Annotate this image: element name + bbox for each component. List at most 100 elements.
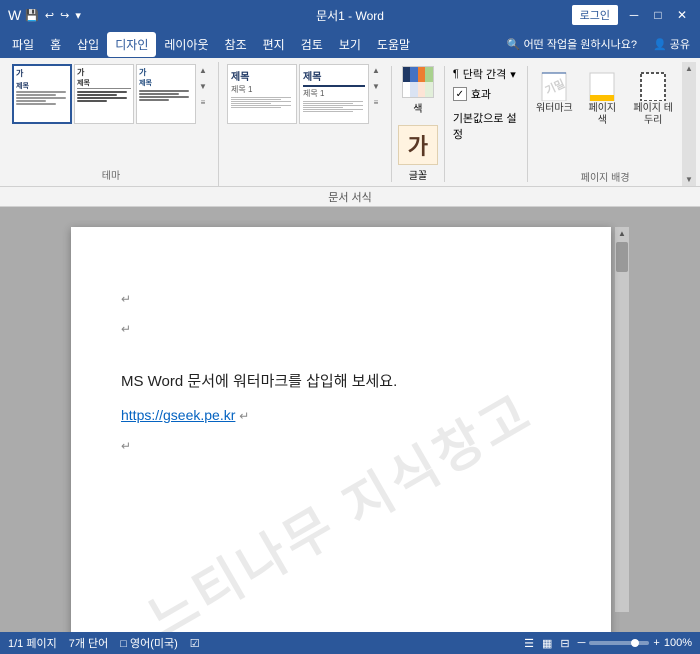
share-button[interactable]: 👤 공유 <box>647 34 696 54</box>
paragraph-icon: ¶ <box>453 68 459 80</box>
paragraph-3: ↵ <box>121 434 561 456</box>
page-border-button[interactable]: 페이지 테두리 <box>628 66 678 167</box>
page-color-button[interactable]: 페이지 색 <box>580 66 624 167</box>
theme-line <box>77 94 117 96</box>
menu-mailings[interactable]: 편지 <box>255 32 293 57</box>
menu-references[interactable]: 참조 <box>217 32 255 57</box>
view-layout-icon[interactable]: ▦ <box>542 637 552 650</box>
view-web-icon[interactable]: ⊟ <box>560 637 569 650</box>
title-bar-title: 문서1 - Word <box>316 7 384 24</box>
menu-review[interactable]: 검토 <box>293 32 331 57</box>
zoom-in-button[interactable]: + <box>653 637 659 649</box>
title-bar: W 💾 ↩ ↪ ▾ 문서1 - Word 로그인 ─ □ ✕ <box>0 0 700 30</box>
font-button[interactable]: 가 글꼴 <box>398 125 438 182</box>
style-line <box>231 101 291 102</box>
status-bar: 1/1 페이지 7개 단어 □ 영어(미국) ☑ ☰ ▦ ⊟ ─ + 100% <box>0 632 700 654</box>
style-line <box>231 105 291 106</box>
undo-icon[interactable]: ↩ <box>45 9 54 22</box>
style-gallery-arrows: ▲ ▼ ≡ <box>369 64 383 110</box>
menu-file[interactable]: 파일 <box>4 32 42 57</box>
ribbon-scroll-down[interactable]: ▼ <box>685 175 693 184</box>
style-line <box>303 105 363 106</box>
doc-link[interactable]: https://gseek.pe.kr <box>121 407 235 423</box>
watermark-button[interactable]: 기밀 워터마크 <box>532 66 576 167</box>
style-line <box>303 101 363 102</box>
status-bar-right: ☰ ▦ ⊟ ─ + 100% <box>524 637 692 650</box>
color-cell <box>425 82 433 97</box>
theme-line <box>16 103 56 105</box>
style-line <box>231 99 281 100</box>
effects-button[interactable]: ✓ 효과 <box>453 86 520 102</box>
save-icon[interactable]: 💾 <box>25 9 39 22</box>
scroll-thumb[interactable] <box>616 242 628 272</box>
menu-home[interactable]: 홈 <box>42 32 69 57</box>
paragraph-spacing-button[interactable]: ¶ 단락 간격 ▾ <box>453 66 520 82</box>
customize-icon[interactable]: ▾ <box>75 9 81 22</box>
style-line <box>303 103 353 104</box>
paragraph-label: 단락 간격 <box>463 66 507 82</box>
color-cell <box>425 67 433 82</box>
style-label-1: 제목 <box>231 68 293 83</box>
theme-line <box>139 99 169 101</box>
minimize-button[interactable]: ─ <box>624 5 644 25</box>
paragraph-mark-2: ↵ <box>121 322 131 336</box>
menu-help[interactable]: 도움말 <box>369 32 418 57</box>
search-box[interactable]: 🔍 어떤 작업을 원하시나요? <box>501 34 643 54</box>
page-border-label: 페이지 테두리 <box>631 103 675 127</box>
style-line <box>303 111 353 112</box>
theme-line <box>139 90 189 92</box>
document-scrollbar[interactable]: ▲ <box>615 227 629 612</box>
track-icon[interactable]: ☑ <box>190 637 200 650</box>
style-item-2[interactable]: 제목 제목 1 <box>299 64 369 124</box>
color-cell <box>418 67 426 82</box>
maximize-button[interactable]: □ <box>648 5 668 25</box>
color-cell <box>403 67 411 82</box>
word-count: 7개 단어 <box>69 635 109 651</box>
style-item-1[interactable]: 제목 제목 1 <box>227 64 297 124</box>
theme-section-label: 테마 <box>12 167 210 184</box>
menu-bar: 파일 홈 삽입 디자인 레이아웃 참조 편지 검토 보기 도움말 🔍 어떤 작업… <box>0 30 700 58</box>
color-cell <box>410 67 418 82</box>
menu-view[interactable]: 보기 <box>331 32 369 57</box>
paragraph-mark-3: ↵ <box>121 439 131 453</box>
theme-item-1[interactable]: 가 제목 <box>12 64 72 124</box>
page-background-buttons: 기밀 워터마크 페이지 색 <box>532 66 678 167</box>
theme-item-3[interactable]: 가 제목 <box>136 64 196 124</box>
effects-group: ¶ 단락 간격 ▾ ✓ 효과 기본값으로 설정 <box>445 62 528 186</box>
colors-button[interactable]: 색 <box>398 66 438 115</box>
document-area[interactable]: 느티나무 지식창고 ↵ ↵ MS Word 문서에 워터마크를 삽입해 보세요.… <box>0 207 700 632</box>
style-arrow-more[interactable]: ≡ <box>369 96 383 110</box>
style-arrow-up[interactable]: ▲ <box>369 64 383 78</box>
scroll-up-arrow[interactable]: ▲ <box>616 227 628 240</box>
theme-section: 가 제목 가 제목 <box>4 62 219 186</box>
view-normal-icon[interactable]: ☰ <box>524 637 534 650</box>
login-button[interactable]: 로그인 <box>572 5 618 25</box>
theme-line <box>16 94 56 96</box>
gallery-arrow-up[interactable]: ▲ <box>196 64 210 78</box>
font-char-display: 가 <box>398 125 438 165</box>
menu-design[interactable]: 디자인 <box>107 32 156 57</box>
menu-layout[interactable]: 레이아웃 <box>156 32 216 57</box>
zoom-slider[interactable] <box>589 641 649 645</box>
lang-indicator: □ 영어(미국) <box>120 635 178 651</box>
lang-icon: □ <box>120 638 127 650</box>
redo-icon[interactable]: ↪ <box>60 9 69 22</box>
zoom-controls: ─ + 100% <box>578 637 692 649</box>
zoom-out-button[interactable]: ─ <box>578 637 586 649</box>
gallery-arrow-more[interactable]: ≡ <box>196 96 210 110</box>
ribbon-scroll-up[interactable]: ▲ <box>685 64 693 73</box>
style-gallery-container: 제목 제목 1 제목 제목 1 <box>227 64 383 184</box>
menu-insert[interactable]: 삽입 <box>69 32 107 57</box>
style-line <box>303 109 363 110</box>
main-text: MS Word 문서에 워터마크를 삽입해 보세요. <box>121 370 561 394</box>
set-default-button[interactable]: 기본값으로 설정 <box>453 110 520 142</box>
theme-item-2[interactable]: 가 제목 <box>74 64 134 124</box>
page-color-label: 페이지 색 <box>583 103 621 127</box>
gallery-arrow-down[interactable]: ▼ <box>196 80 210 94</box>
close-button[interactable]: ✕ <box>672 5 692 25</box>
style-lines-1 <box>231 97 293 108</box>
theme-line <box>16 100 46 102</box>
style-arrow-down[interactable]: ▼ <box>369 80 383 94</box>
effects-checkbox[interactable]: ✓ <box>453 87 467 101</box>
theme-gallery-container: 가 제목 가 제목 <box>12 64 210 167</box>
